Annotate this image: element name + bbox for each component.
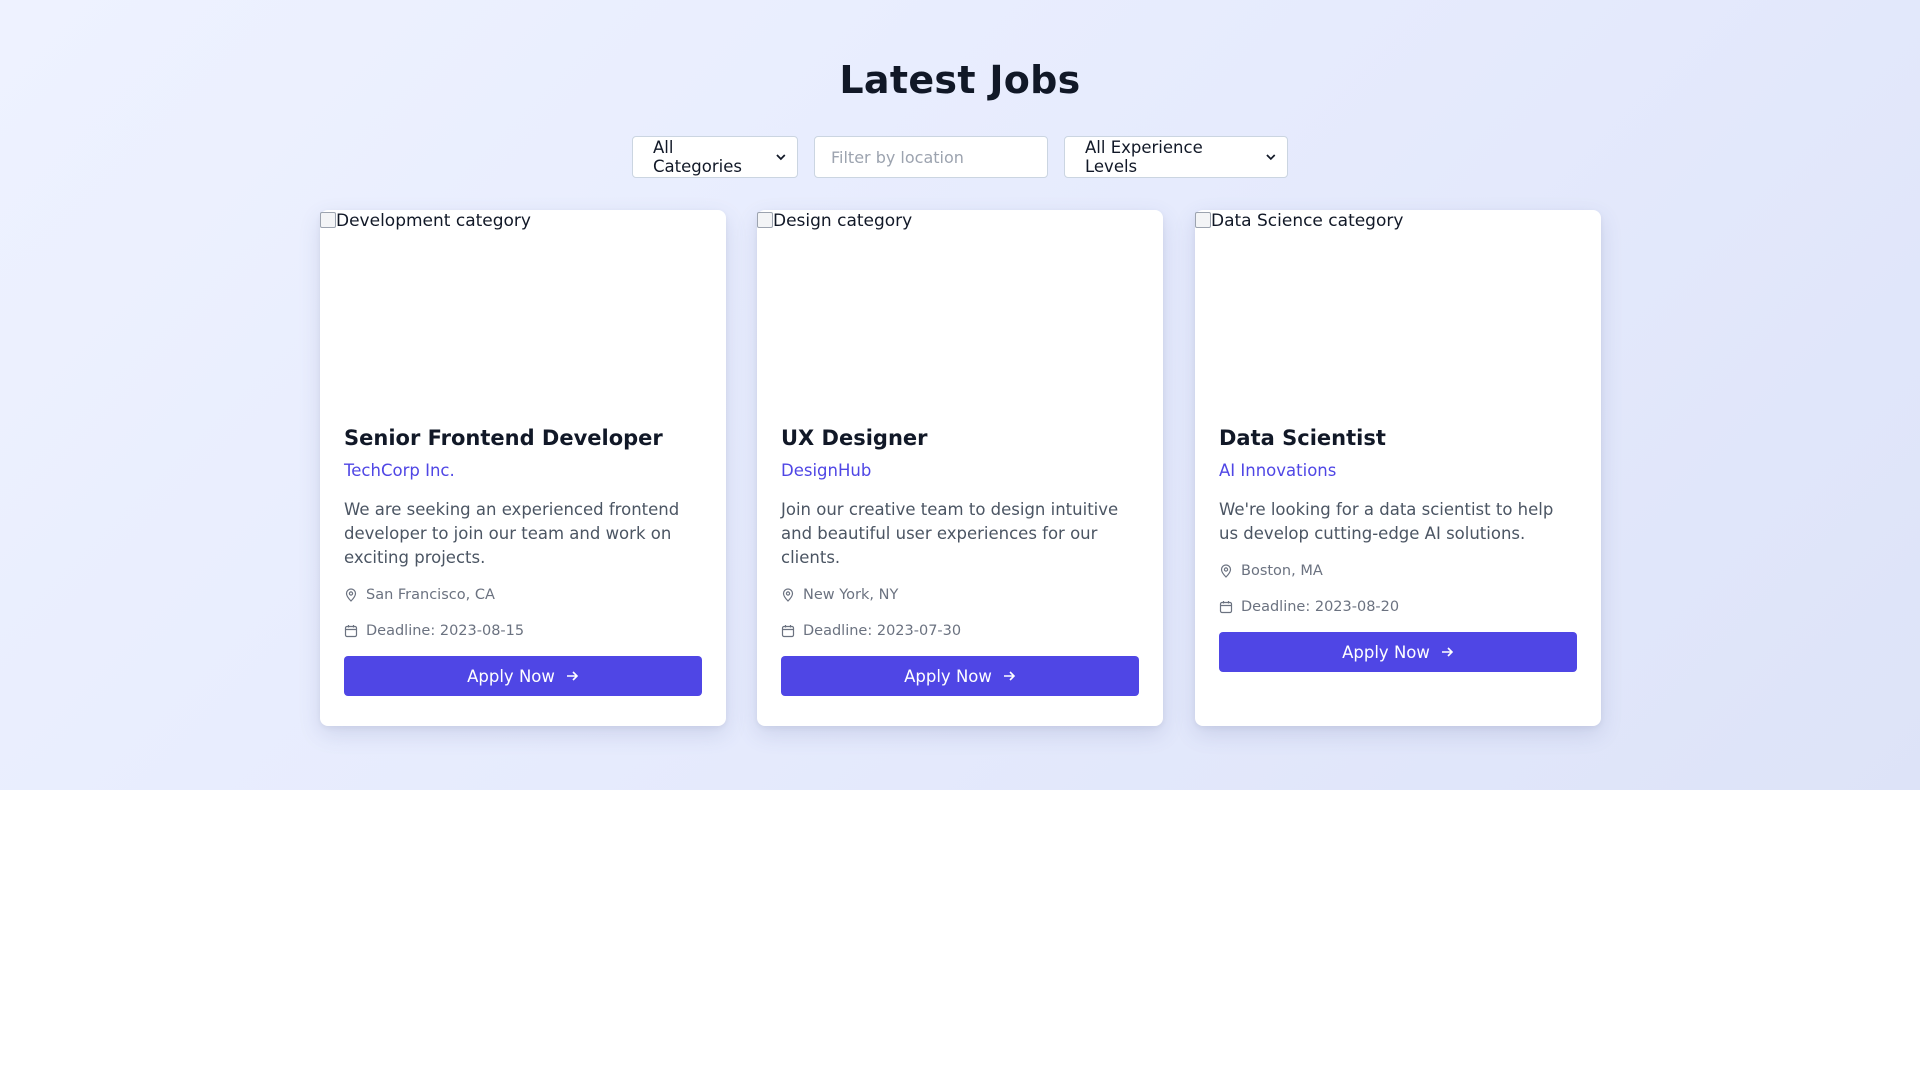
- broken-image-icon: [320, 212, 336, 228]
- apply-label: Apply Now: [904, 666, 992, 686]
- location-placeholder: Filter by location: [831, 147, 964, 167]
- job-card-body: UX Designer DesignHub Join our creative …: [781, 426, 1139, 696]
- image-alt-text: Development category: [336, 211, 531, 231]
- arrow-right-icon: [1003, 671, 1016, 681]
- arrow-right-icon: [1441, 647, 1454, 657]
- job-title: Data Scientist: [1219, 426, 1386, 450]
- job-deadline: Deadline: 2023-08-15: [344, 620, 702, 642]
- job-location: San Francisco, CA: [344, 584, 702, 606]
- map-pin-icon: [782, 588, 794, 602]
- page-title: Latest Jobs: [839, 58, 1081, 102]
- apply-label: Apply Now: [1342, 642, 1430, 662]
- calendar-icon: [781, 625, 795, 638]
- chevron-down-icon: [776, 154, 786, 161]
- location-text: Boston, MA: [1241, 563, 1323, 579]
- job-deadline: Deadline: 2023-07-30: [781, 620, 1139, 642]
- calendar-icon: [344, 625, 358, 638]
- deadline-text: Deadline: 2023-08-15: [366, 623, 525, 639]
- deadline-text: Deadline: 2023-08-20: [1241, 599, 1400, 615]
- map-pin-icon: [345, 588, 357, 602]
- apply-now-button[interactable]: Apply Now: [1219, 632, 1577, 672]
- map-pin-icon: [1220, 564, 1232, 578]
- experience-select[interactable]: All Experience Levels: [1064, 136, 1288, 178]
- apply-now-button[interactable]: Apply Now: [344, 656, 702, 696]
- location-text: New York, NY: [803, 587, 899, 603]
- job-description: We are seeking an experienced frontend d…: [344, 500, 680, 567]
- job-description: Join our creative team to design intuiti…: [781, 500, 1119, 567]
- job-card: Development category Senior Frontend Dev…: [320, 210, 726, 726]
- location-text: San Francisco, CA: [366, 587, 495, 603]
- category-select[interactable]: All Categories: [632, 136, 798, 178]
- job-card-body: Data Scientist AI Innovations We're look…: [1219, 426, 1577, 672]
- company-link[interactable]: DesignHub: [781, 460, 1139, 482]
- job-location: Boston, MA: [1219, 560, 1577, 582]
- job-location: New York, NY: [781, 584, 1139, 606]
- job-description: We're looking for a data scientist to he…: [1219, 500, 1554, 543]
- company-link[interactable]: AI Innovations: [1219, 460, 1577, 482]
- apply-label: Apply Now: [467, 666, 555, 686]
- deadline-text: Deadline: 2023-07-30: [803, 623, 962, 639]
- job-deadline: Deadline: 2023-08-20: [1219, 596, 1577, 618]
- location-filter-input[interactable]: Filter by location: [814, 136, 1048, 178]
- job-card: Design category UX Designer DesignHub Jo…: [757, 210, 1163, 726]
- image-alt-text: Data Science category: [1211, 211, 1404, 231]
- job-title: UX Designer: [781, 426, 928, 450]
- calendar-icon: [1219, 601, 1233, 614]
- category-select-value: All Categories: [653, 138, 742, 176]
- chevron-down-icon: [1266, 154, 1276, 161]
- broken-image-icon: [1195, 212, 1211, 228]
- job-card-body: Senior Frontend Developer TechCorp Inc. …: [344, 426, 702, 696]
- apply-now-button[interactable]: Apply Now: [781, 656, 1139, 696]
- arrow-right-icon: [566, 671, 579, 681]
- job-title: Senior Frontend Developer: [344, 426, 663, 450]
- filter-bar: All Categories Filter by location All Ex…: [632, 136, 1288, 178]
- image-alt-text: Design category: [773, 211, 913, 231]
- company-link[interactable]: TechCorp Inc.: [344, 460, 702, 482]
- job-card: Data Science category Data Scientist AI …: [1195, 210, 1601, 726]
- category-image: Design category: [757, 210, 1163, 402]
- category-image: Data Science category: [1195, 210, 1601, 402]
- broken-image-icon: [757, 212, 773, 228]
- category-image: Development category: [320, 210, 726, 402]
- hero-section: Latest Jobs All Categories Filter by loc…: [0, 0, 1920, 790]
- experience-select-value: All Experience Levels: [1085, 138, 1203, 176]
